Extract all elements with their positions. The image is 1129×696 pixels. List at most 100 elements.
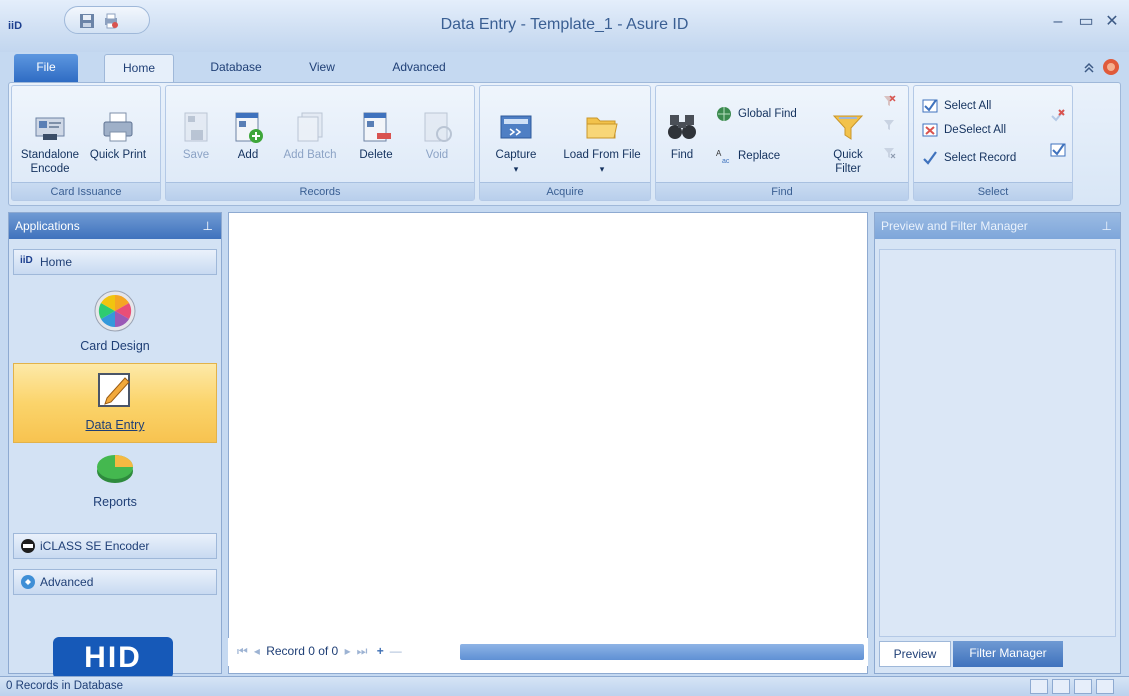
binoculars-icon [668,115,696,139]
pin-icon[interactable]: ⊥ [203,213,213,239]
advanced-icon [21,575,35,589]
group-label-card-issuance: Card Issuance [12,182,160,200]
hid-logo: HID [53,637,173,679]
quick-filter-button[interactable]: Quick Filter [826,110,870,176]
group-card-issuance: Standalone Encode Quick Print Card Issua… [11,85,161,201]
load-from-file-button[interactable]: Load From File ▾ [562,110,642,176]
applications-header: Applications ⊥ [9,213,221,239]
prev-record-icon[interactable]: ◂ [254,644,260,658]
view-mode-3-icon[interactable] [1074,679,1092,694]
select-record-button[interactable]: Select Record [922,148,1052,168]
standalone-encode-label: Standalone Encode [20,149,80,175]
capture-button[interactable]: Capture ▾ [486,110,546,176]
global-find-button[interactable]: Global Find [716,104,826,124]
tab-file[interactable]: File [14,54,78,82]
encoder-icon [21,539,35,553]
nav-section-iclass-encoder[interactable]: iCLASS SE Encoder [13,533,217,559]
applications-title: Applications [15,219,80,233]
horizontal-scrollbar[interactable] [460,644,864,660]
nav-item-card-design[interactable]: Card Design [13,289,217,363]
tab-view[interactable]: View [292,54,352,82]
view-mode-2-icon[interactable] [1052,679,1070,694]
clear-filter-icon[interactable] [882,94,896,108]
encode-icon [35,117,65,140]
minimize-button[interactable]: – [1048,12,1068,32]
save-record-button[interactable]: Save [172,110,220,162]
void-record-button[interactable]: Void [410,110,464,162]
view-mode-4-icon[interactable] [1096,679,1114,694]
select-all-button[interactable]: Select All [922,96,1042,116]
preview-filter-header: Preview and Filter Manager ⊥ [875,213,1120,239]
select-all-label: Select All [944,100,992,112]
tab-filter-manager[interactable]: Filter Manager [953,641,1063,667]
svg-text:A: A [716,149,722,158]
nav-section-iclass-label: iCLASS SE Encoder [40,539,150,553]
quick-print-label: Quick Print [89,149,147,161]
pin-icon[interactable]: ⊥ [1102,213,1112,239]
home-logo-icon: iiD [20,255,33,266]
data-entry-icon [98,373,130,407]
load-from-file-label: Load From File [563,149,641,161]
clear-selection-icon[interactable] [1050,106,1066,122]
status-bar: 0 Records in Database [0,676,1129,696]
maximize-button[interactable]: ▭ [1076,12,1096,32]
preview-filter-pane: Preview and Filter Manager ⊥ Preview Fil… [874,212,1121,674]
replace-icon: Aac [716,149,730,164]
pie-chart-icon [97,455,133,483]
group-acquire: Capture ▾ Load From File ▾ Acquire [479,85,651,201]
capture-label: Capture [495,149,537,161]
void-record-label: Void [425,149,449,161]
remove-filter-icon[interactable] [882,146,896,160]
add-batch-button[interactable]: Add Batch [276,110,344,162]
nav-section-advanced[interactable]: Advanced [13,569,217,595]
view-mode-1-icon[interactable] [1030,679,1048,694]
nav-item-data-entry[interactable]: Data Entry [13,363,217,443]
find-label: Find [670,149,694,161]
window-title: Data Entry - Template_1 - Asure ID [440,16,689,33]
deselect-all-label: DeSelect All [944,124,1007,136]
replace-button[interactable]: Aac Replace [716,146,816,166]
preview-area [879,249,1116,637]
remove-record-icon[interactable]: — [390,644,402,658]
add-record-label: Add [237,149,259,161]
tab-advanced[interactable]: Advanced [376,54,462,82]
save-record-icon [184,112,208,142]
add-record-icon[interactable]: + [377,644,384,658]
quick-print-button[interactable]: Quick Print [88,110,148,162]
first-record-icon[interactable]: ⏮ [237,644,248,658]
record-navigator: ⏮ ◂ Record 0 of 0 ▸ ⏭ + — [228,638,868,666]
global-find-label: Global Find [738,108,797,120]
next-record-icon[interactable]: ▸ [345,644,351,658]
nav-section-home[interactable]: iiD Home [13,249,217,275]
add-batch-icon [297,112,323,142]
tab-home[interactable]: Home [104,54,174,82]
help-icon[interactable] [1101,57,1121,77]
ribbon-tabs: File Home Database View Advanced [0,52,1129,82]
last-record-icon[interactable]: ⏭ [357,644,368,658]
delete-record-icon [363,112,391,142]
tab-database[interactable]: Database [196,54,276,82]
title-bar: iiD Data Entry - Template_1 - Asure ID –… [0,0,1129,52]
save-record-label: Save [182,149,210,161]
group-label-acquire: Acquire [480,182,650,200]
filter-small-icon[interactable] [882,118,896,132]
record-position: Record 0 of 0 [266,644,339,658]
nav-item-reports[interactable]: Reports [13,445,217,517]
record-controls: ⏮ ◂ Record 0 of 0 ▸ ⏭ + — [234,644,405,659]
find-button[interactable]: Find [662,110,702,162]
filter-icon [832,115,864,140]
group-select: Select All DeSelect All Select Record Se… [913,85,1073,201]
tab-preview[interactable]: Preview [879,641,951,667]
invert-selection-icon[interactable] [1050,142,1066,158]
group-label-select: Select [914,182,1072,200]
add-record-button[interactable]: Add [224,110,272,162]
delete-record-button[interactable]: Delete [348,110,404,162]
collapse-ribbon-icon[interactable] [1081,59,1097,75]
checkmark-icon [923,151,937,165]
standalone-encode-button[interactable]: Standalone Encode [16,110,84,176]
card-design-label: Card Design [80,339,150,353]
data-entry-workspace[interactable] [228,212,868,674]
ribbon: Standalone Encode Quick Print Card Issua… [8,82,1121,206]
deselect-all-button[interactable]: DeSelect All [922,120,1042,140]
close-button[interactable]: ✕ [1102,12,1122,32]
